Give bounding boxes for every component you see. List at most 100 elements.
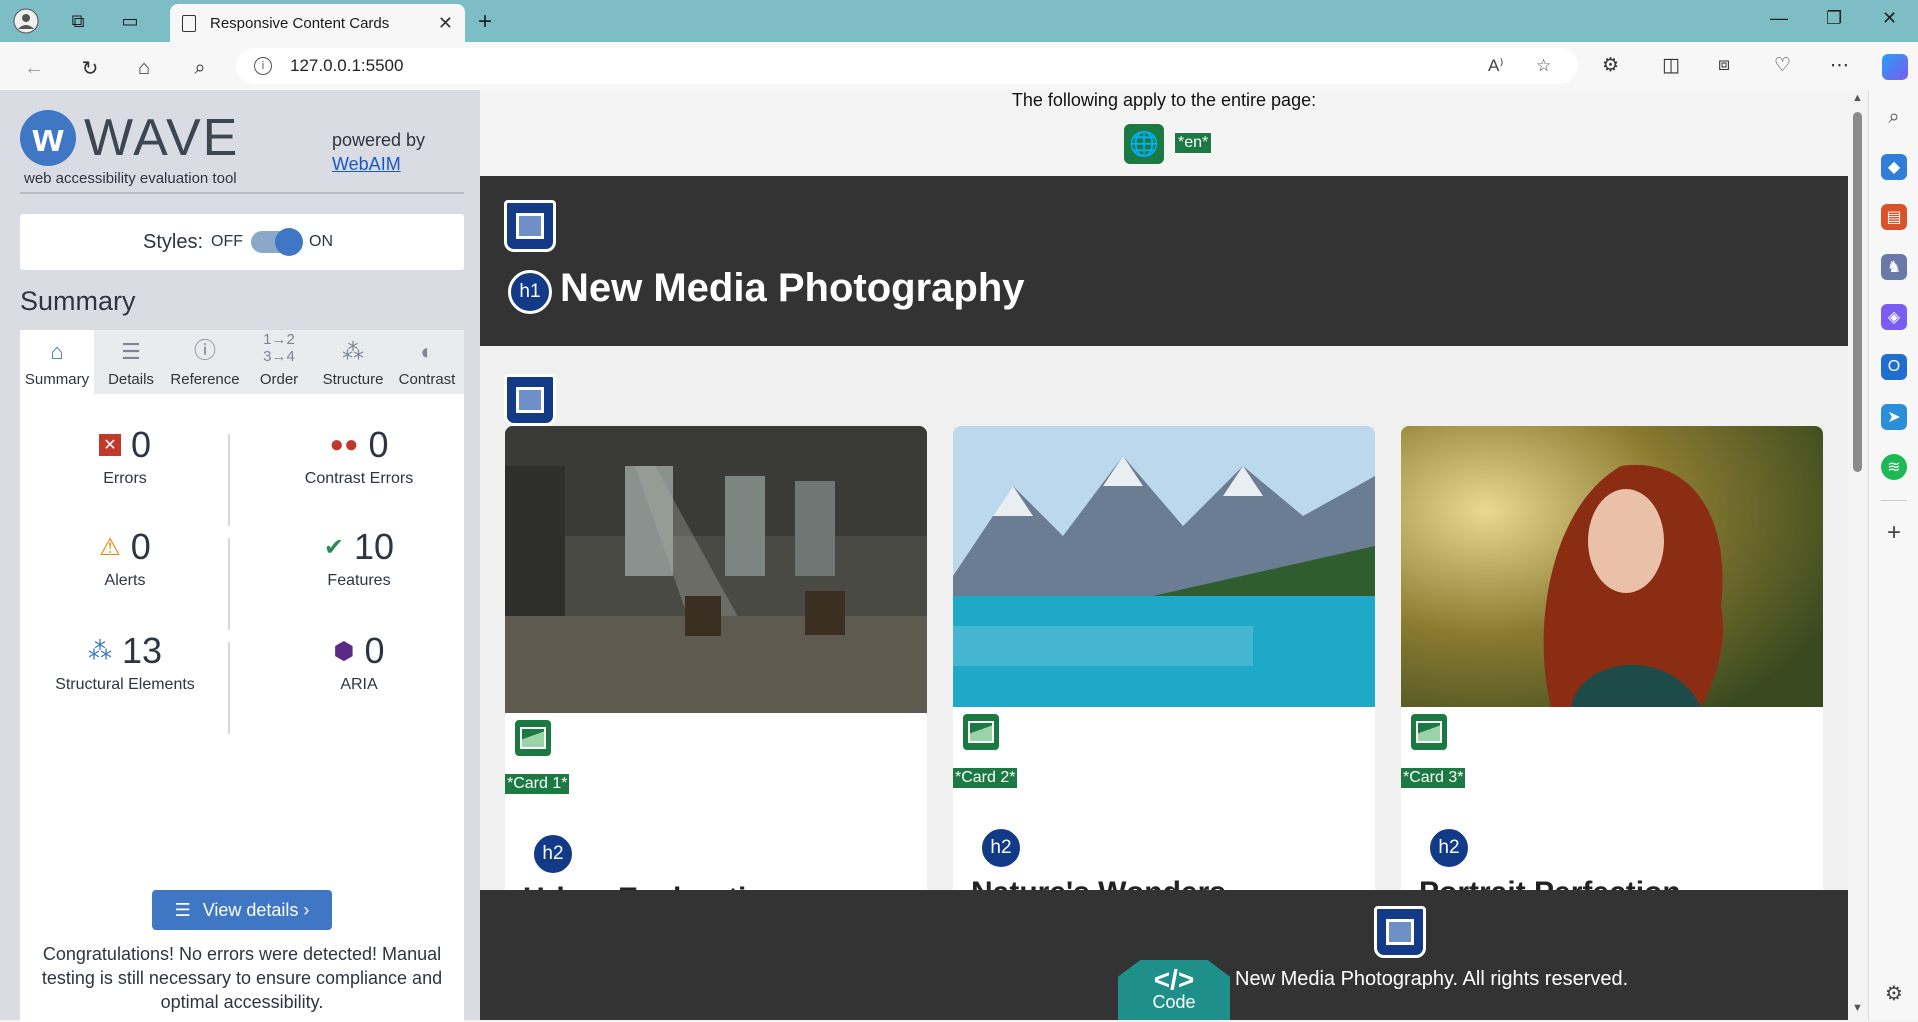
h1-badge[interactable]: h1 bbox=[508, 270, 552, 314]
h2-badge[interactable]: h2 bbox=[531, 832, 575, 876]
split-screen-icon[interactable]: ◫ bbox=[1662, 54, 1680, 77]
header-landmark-icon[interactable] bbox=[504, 200, 556, 252]
contrast-icon: ◐ bbox=[420, 339, 434, 364]
wave-logo-word: WAVE bbox=[84, 109, 240, 167]
copilot-icon[interactable] bbox=[1882, 54, 1908, 80]
outlook-icon[interactable]: O bbox=[1881, 354, 1907, 380]
page-scrollbar[interactable]: ▲ ▼ bbox=[1848, 90, 1868, 1020]
add-app-icon[interactable]: + bbox=[1881, 519, 1907, 546]
tab-contrast[interactable]: ◐ Contrast bbox=[390, 330, 464, 394]
site-info-icon[interactable]: i bbox=[254, 57, 272, 75]
image-feature-icon[interactable] bbox=[1409, 712, 1449, 752]
structural-stat[interactable]: ⁂ 13 Structural Elements bbox=[20, 630, 230, 694]
webaim-link[interactable]: WebAIM bbox=[332, 154, 401, 174]
toggle-knob bbox=[275, 228, 304, 256]
features-label: Features bbox=[327, 572, 391, 589]
alerts-stat[interactable]: ⚠ 0 Alerts bbox=[20, 526, 230, 590]
card-alt-tag[interactable]: *Card 3* bbox=[1401, 768, 1466, 788]
structure-icon: ⁂ bbox=[342, 339, 364, 364]
workspaces-icon[interactable]: ⧉ bbox=[64, 7, 92, 35]
scroll-up-icon[interactable]: ▲ bbox=[1852, 92, 1863, 104]
contrast-errors-stat[interactable]: ●● 0 Contrast Errors bbox=[254, 424, 464, 488]
card-2[interactable]: *Card 2* h2 Nature's Wonders bbox=[953, 426, 1375, 896]
tab-label: Summary bbox=[24, 371, 90, 388]
spotify-icon[interactable]: ≋ bbox=[1881, 454, 1907, 480]
styles-off-label: OFF bbox=[211, 233, 244, 250]
footer-landmark-icon[interactable] bbox=[1374, 906, 1426, 958]
code-label: Code bbox=[1152, 992, 1196, 1012]
tab-reference[interactable]: ⓘ Reference bbox=[168, 330, 242, 394]
aria-stat[interactable]: ⬢ 0 ARIA bbox=[254, 630, 464, 694]
errors-stat[interactable]: ✕ 0 Errors bbox=[20, 424, 230, 488]
vertical-tabs-icon[interactable]: ▭ bbox=[116, 7, 144, 35]
wave-panel: w WAVE web accessibility evaluation tool… bbox=[0, 90, 480, 1022]
styles-toggle[interactable] bbox=[251, 228, 304, 256]
more-menu-icon[interactable]: ⋯ bbox=[1830, 54, 1849, 77]
sidebar-settings-icon[interactable]: ⚙ bbox=[1881, 980, 1907, 1006]
title-bar: ⧉ ▭ Responsive Content Cards ✕ + — ❐ ✕ bbox=[0, 0, 1918, 42]
home-icon[interactable]: ⌂ bbox=[130, 54, 158, 82]
alert-icon: ⚠ bbox=[99, 533, 121, 561]
tab-label: Order bbox=[259, 371, 299, 388]
aria-count: 0 bbox=[364, 630, 385, 671]
divider bbox=[20, 192, 464, 194]
view-details-button[interactable]: ☰ View details › bbox=[152, 890, 332, 930]
copilot-app-icon[interactable]: ◈ bbox=[1881, 304, 1907, 330]
page-viewport: The following apply to the entire page: … bbox=[480, 90, 1848, 1020]
tab-label: Contrast bbox=[398, 371, 456, 388]
scrollbar-thumb[interactable] bbox=[1853, 112, 1862, 472]
globe-icon[interactable]: 🌐 bbox=[1124, 124, 1164, 164]
aria-label: ARIA bbox=[340, 676, 378, 693]
games-icon[interactable]: ♞ bbox=[1881, 254, 1907, 280]
contrast-error-icon: ●● bbox=[329, 431, 359, 458]
tab-title: Responsive Content Cards bbox=[210, 14, 390, 32]
tab-responsive-content-cards[interactable]: Responsive Content Cards ✕ bbox=[170, 4, 465, 42]
h2-badge[interactable]: h2 bbox=[1427, 826, 1471, 870]
features-stat[interactable]: ✔ 10 Features bbox=[254, 526, 464, 590]
h2-badge[interactable]: h2 bbox=[979, 826, 1023, 870]
minimize-icon[interactable]: — bbox=[1770, 8, 1788, 29]
back-icon[interactable]: ← bbox=[20, 54, 48, 82]
tab-details[interactable]: ☰ Details bbox=[94, 330, 168, 394]
styles-toggle-box: Styles: OFF ON bbox=[20, 214, 464, 270]
profile-icon[interactable] bbox=[12, 7, 40, 35]
telegram-send-icon[interactable]: ➤ bbox=[1881, 404, 1907, 430]
image-feature-icon[interactable] bbox=[961, 712, 1001, 752]
aria-cube-icon: ⬢ bbox=[333, 637, 355, 665]
styles-on-label: ON bbox=[309, 233, 334, 250]
close-tab-icon[interactable]: ✕ bbox=[438, 13, 453, 34]
tab-label: Reference bbox=[170, 371, 240, 388]
refresh-icon[interactable]: ↻ bbox=[76, 54, 104, 82]
tab-label: Structure bbox=[322, 371, 384, 388]
code-toggle-button[interactable]: </> Code bbox=[1118, 960, 1230, 1020]
restore-icon[interactable]: ❐ bbox=[1826, 8, 1842, 29]
tab-order[interactable]: 1→2 3→4 Order bbox=[242, 330, 316, 394]
main-landmark-icon[interactable] bbox=[504, 374, 556, 426]
sidebar-search-icon[interactable]: ⌕ bbox=[1881, 104, 1907, 130]
image-feature-icon[interactable] bbox=[513, 718, 553, 758]
card-alt-tag[interactable]: *Card 2* bbox=[953, 768, 1018, 788]
extensions-icon[interactable]: ⚙ bbox=[1602, 54, 1619, 77]
card-alt-tag[interactable]: *Card 1* bbox=[505, 774, 570, 794]
card-3[interactable]: *Card 3* h2 Portrait Perfection bbox=[1401, 426, 1823, 896]
wave-logo: w WAVE bbox=[20, 108, 239, 168]
shopping-tag-icon[interactable]: ◆ bbox=[1881, 154, 1907, 180]
language-tag[interactable]: *en* bbox=[1174, 132, 1213, 154]
page-header: h1 New Media Photography bbox=[480, 176, 1848, 346]
new-tab-button[interactable]: + bbox=[478, 8, 492, 36]
tools-briefcase-icon[interactable]: ▤ bbox=[1881, 204, 1907, 230]
url-field[interactable]: i 127.0.0.1:5500 A⁾ ☆ bbox=[236, 48, 1578, 84]
scroll-down-icon[interactable]: ▼ bbox=[1852, 1002, 1863, 1014]
read-aloud-icon[interactable]: A⁾ bbox=[1488, 56, 1504, 76]
favorite-star-icon[interactable]: ☆ bbox=[1536, 56, 1551, 76]
tab-label: Details bbox=[108, 371, 154, 388]
performance-icon[interactable]: ♡ bbox=[1774, 54, 1791, 77]
search-icon[interactable]: ⌕ bbox=[186, 54, 214, 82]
close-window-icon[interactable]: ✕ bbox=[1882, 8, 1897, 29]
tab-structure[interactable]: ⁂ Structure bbox=[316, 330, 390, 394]
tab-summary[interactable]: ⌂ Summary bbox=[20, 330, 94, 394]
card-1[interactable]: *Card 1* h2 Urban Exploration bbox=[505, 426, 927, 896]
collections-icon[interactable]: ⧈ bbox=[1718, 54, 1730, 76]
structural-count: 13 bbox=[121, 630, 163, 671]
apply-note-bar: The following apply to the entire page: bbox=[480, 90, 1848, 176]
